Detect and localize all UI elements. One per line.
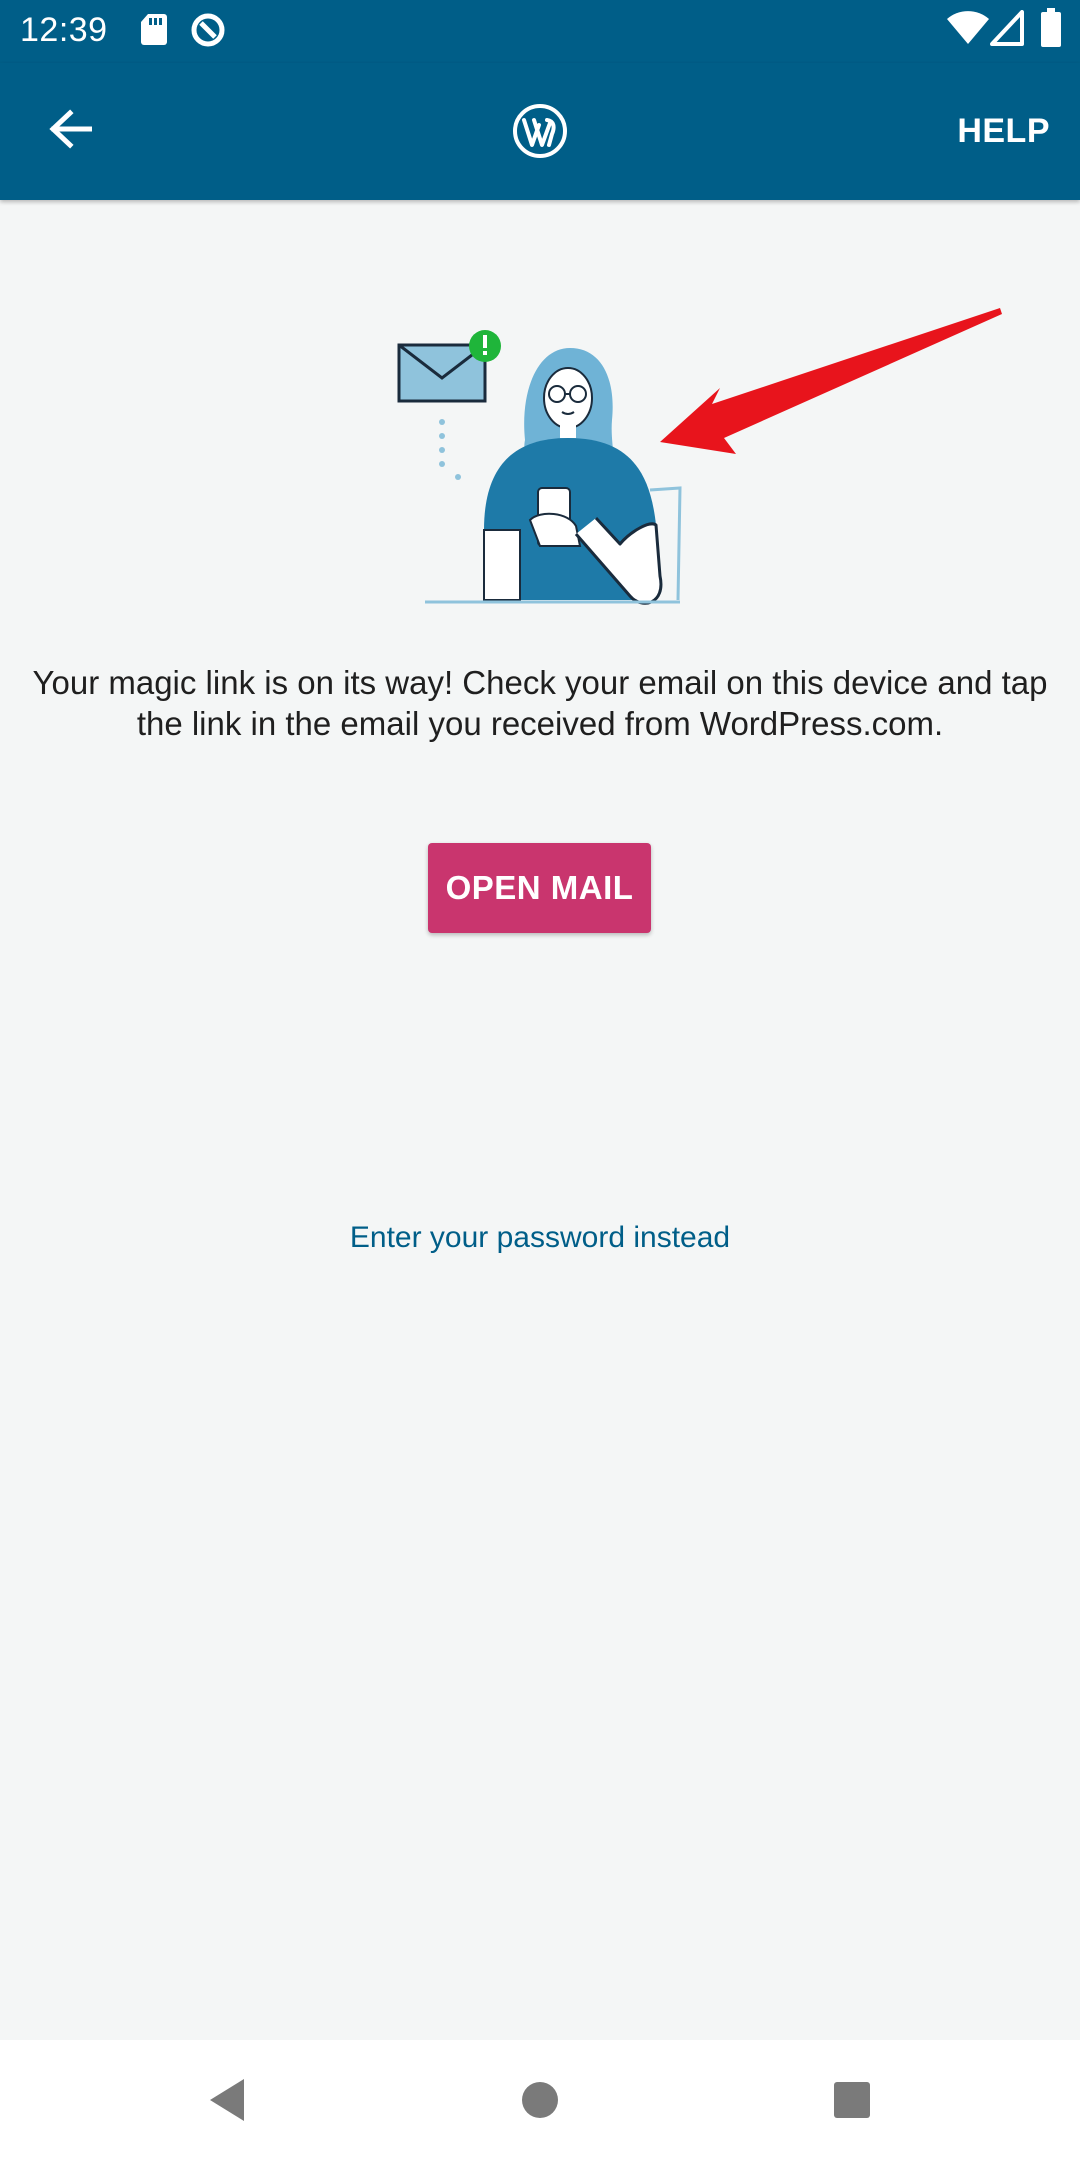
wordpress-logo-icon [512, 103, 568, 159]
sd-card-icon [140, 12, 168, 51]
screen: 12:39 HELP Your magic link is on its way… [0, 0, 1080, 2160]
home-circle-icon[interactable] [515, 2075, 565, 2125]
back-button[interactable] [40, 101, 100, 161]
app-bar: HELP [0, 63, 1080, 200]
arrow-left-icon [48, 108, 93, 154]
wifi-icon [946, 10, 990, 51]
magic-link-message: Your magic link is on its way! Check you… [32, 664, 1048, 742]
data-saver-icon [190, 12, 226, 53]
open-mail-button[interactable]: OPEN MAIL [428, 843, 651, 933]
status-bar: 12:39 [0, 0, 1080, 63]
battery-icon [1040, 8, 1062, 53]
navigation-bar [0, 2040, 1080, 2160]
annotation-arrow-icon [650, 300, 1010, 460]
help-button[interactable]: HELP [957, 107, 1050, 155]
recents-square-icon[interactable] [827, 2075, 877, 2125]
back-triangle-icon[interactable] [204, 2075, 254, 2125]
cell-signal-icon [990, 10, 1024, 51]
enter-password-link[interactable]: Enter your password instead [240, 1216, 840, 1260]
status-time: 12:39 [20, 11, 108, 49]
